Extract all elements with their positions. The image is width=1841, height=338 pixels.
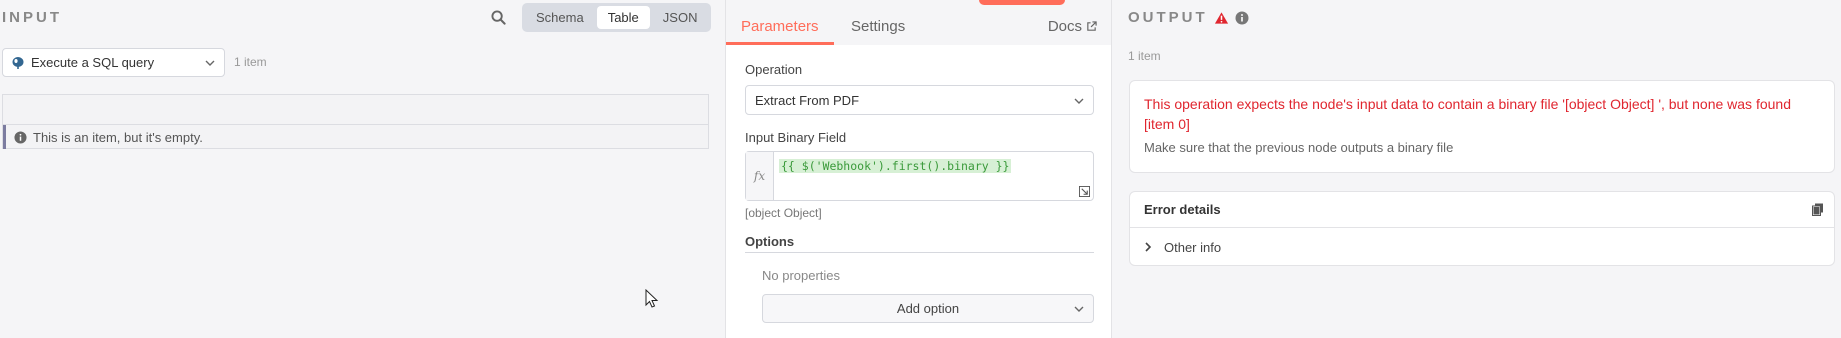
- active-tab-indicator: [726, 42, 834, 45]
- error-details-card: Error details Other info: [1129, 191, 1835, 266]
- input-binary-field-label: Input Binary Field: [745, 130, 847, 145]
- view-mode-toggle: Schema Table JSON: [522, 3, 712, 32]
- other-info-label: Other info: [1164, 239, 1222, 255]
- expression-text[interactable]: {{ $('Webhook').first().binary }}: [779, 159, 1012, 173]
- view-json-button[interactable]: JSON: [652, 6, 709, 29]
- input-table: This is an item, but it's empty.: [2, 94, 709, 149]
- input-item-count: 1 item: [234, 55, 267, 69]
- output-heading: OUTPUT: [1128, 9, 1249, 26]
- input-node-select[interactable]: Execute a SQL query: [2, 48, 225, 77]
- operation-select-value: Extract From PDF: [755, 92, 860, 108]
- info-icon: [14, 130, 27, 144]
- chevron-down-icon: [1074, 306, 1084, 312]
- tab-settings[interactable]: Settings: [851, 18, 905, 35]
- warning-triangle-icon: [1214, 11, 1228, 24]
- expand-icon[interactable]: [1079, 186, 1090, 197]
- output-title: OUTPUT: [1128, 9, 1208, 26]
- error-details-label: Error details: [1144, 202, 1221, 217]
- docs-link[interactable]: Docs: [1048, 18, 1097, 35]
- chevron-down-icon: [1074, 98, 1084, 104]
- binary-field-expression-input[interactable]: fx {{ $('Webhook').first().binary }}: [745, 151, 1094, 201]
- input-panel: INPUT Schema Table JSON Execute a SQL qu…: [0, 0, 725, 338]
- docs-link-label: Docs: [1047, 18, 1082, 35]
- mouse-cursor-icon: [645, 289, 659, 308]
- chevron-down-icon: [205, 60, 215, 66]
- error-hint: Make sure that the previous node outputs…: [1144, 140, 1454, 155]
- copy-icon[interactable]: [1812, 203, 1824, 216]
- add-option-label: Add option: [896, 301, 960, 316]
- search-button[interactable]: [487, 6, 509, 28]
- tab-parameters[interactable]: Parameters: [741, 18, 819, 35]
- info-icon[interactable]: [1235, 11, 1249, 25]
- options-divider: [745, 252, 1094, 253]
- view-table-button[interactable]: Table: [596, 6, 650, 29]
- operation-select[interactable]: Extract From PDF: [745, 85, 1094, 115]
- view-schema-button[interactable]: Schema: [525, 6, 595, 29]
- operation-label: Operation: [745, 62, 803, 77]
- no-properties-text: No properties: [762, 268, 841, 283]
- chevron-right-icon: [1145, 242, 1152, 252]
- input-node-select-label: Execute a SQL query: [31, 55, 155, 70]
- parameters-panel: Parameters Settings Docs Operation Extra…: [725, 0, 1112, 338]
- output-panel: OUTPUT 1 item This operation expects the…: [1112, 0, 1841, 338]
- table-header-row: [3, 95, 708, 125]
- output-item-count: 1 item: [1128, 49, 1161, 63]
- add-option-button[interactable]: Add option: [762, 294, 1094, 323]
- execute-button-edge[interactable]: [979, 0, 1065, 5]
- fx-icon: fx: [746, 152, 774, 200]
- other-info-toggle[interactable]: Other info: [1130, 228, 1834, 266]
- expression-result: [object Object]: [745, 206, 822, 220]
- error-message: This operation expects the node's input …: [1144, 96, 1791, 132]
- empty-item-message: This is an item, but it's empty.: [33, 129, 203, 145]
- external-link-icon: [1087, 21, 1097, 31]
- options-label: Options: [745, 234, 795, 249]
- search-icon: [490, 9, 506, 25]
- empty-item-row: This is an item, but it's empty.: [3, 125, 708, 149]
- error-card: This operation expects the node's input …: [1129, 80, 1835, 173]
- postgres-icon: [12, 56, 24, 69]
- input-title: INPUT: [2, 9, 62, 26]
- parameter-tabs: Parameters Settings Docs: [726, 0, 1111, 45]
- error-details-header: Error details: [1130, 192, 1834, 228]
